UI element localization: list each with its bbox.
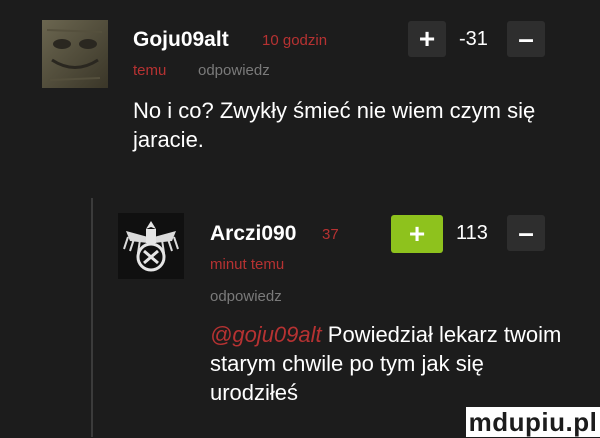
comment2-minus-button[interactable]: – [507, 215, 545, 251]
plus-icon: + [408, 218, 426, 249]
avatar-image [42, 20, 108, 88]
comment2-reply-link[interactable]: odpowiedz [210, 288, 282, 305]
site-watermark-logo: mdupiu.pl [466, 407, 600, 437]
comment1-time-suffix[interactable]: temu [133, 62, 166, 79]
comment2-time[interactable]: 37 [322, 226, 339, 243]
comment1-minus-button[interactable]: – [507, 21, 545, 57]
comment1-username[interactable]: Goju09alt [133, 28, 229, 52]
comment1-score: -31 [459, 28, 488, 50]
minus-icon: – [518, 217, 534, 248]
avatar-arczi090[interactable] [118, 213, 184, 279]
comment2-time-suffix[interactable]: minut temu [210, 256, 284, 273]
comment2-mention-link[interactable]: @goju09alt [210, 322, 322, 347]
comment2-plus-button[interactable]: + [391, 215, 443, 253]
comment1-time[interactable]: 10 godzin [262, 32, 327, 49]
comment2-score: 113 [456, 222, 488, 244]
eagle-emblem-icon [118, 213, 184, 279]
comment2-username[interactable]: Arczi090 [210, 222, 296, 246]
comment2-body: @goju09alt Powiedział lekarz twoim stary… [210, 320, 570, 407]
plus-icon: + [418, 23, 436, 54]
avatar-goju09alt[interactable] [42, 20, 108, 88]
comment1-text: No i co? Zwykły śmieć nie wiem czym się … [133, 98, 536, 152]
thread-line [91, 198, 93, 437]
minus-icon: – [518, 23, 534, 54]
comment1-reply-link[interactable]: odpowiedz [198, 62, 270, 79]
comment1-plus-button[interactable]: + [408, 21, 446, 57]
